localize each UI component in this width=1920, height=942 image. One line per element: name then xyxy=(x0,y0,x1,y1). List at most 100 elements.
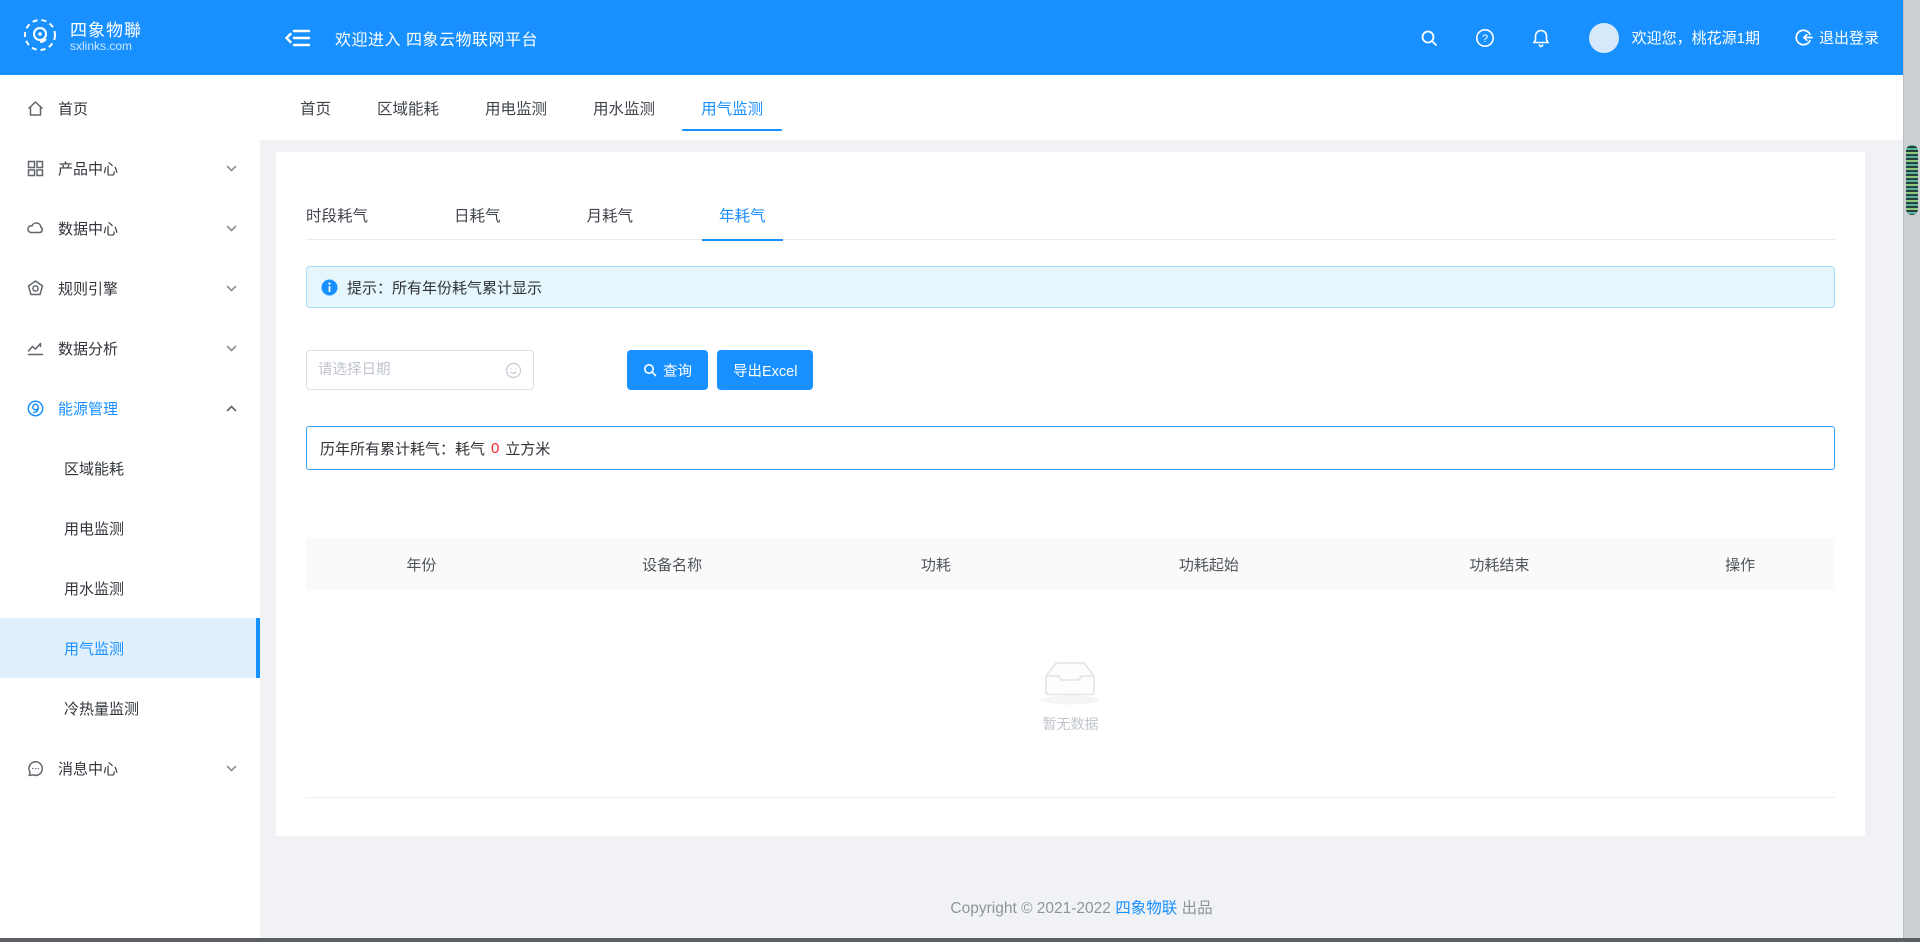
col-actions: 操作 xyxy=(1645,554,1835,575)
footer: Copyright © 2021-2022 四象物联 出品 xyxy=(260,896,1903,918)
footer-suffix: 出品 xyxy=(1182,900,1213,917)
welcome-text: 欢迎进入 四象云物联网平台 xyxy=(335,26,538,50)
col-consumption-start: 功耗起始 xyxy=(1064,554,1353,575)
col-device-name: 设备名称 xyxy=(537,554,808,575)
chevron-up-icon xyxy=(225,402,238,415)
sidebar-item-products[interactable]: 产品中心 xyxy=(0,138,260,198)
chevron-down-icon xyxy=(225,762,238,775)
col-consumption: 功耗 xyxy=(808,554,1065,575)
bell-icon[interactable] xyxy=(1531,28,1551,48)
table-empty-state: 暂无数据 xyxy=(306,590,1835,798)
sidebar-subitem-label: 区域能耗 xyxy=(64,458,124,479)
footer-copyright: Copyright © 2021-2022 xyxy=(950,900,1111,917)
user-avatar[interactable] xyxy=(1589,23,1619,53)
date-picker-icon[interactable] xyxy=(505,362,522,379)
yearly-gas-table: 年份 设备名称 功耗 功耗起始 功耗结束 操作 暂无数据 xyxy=(306,538,1835,798)
sidebar-item-label: 规则引擎 xyxy=(58,278,225,299)
sidebar-item-label: 消息中心 xyxy=(58,758,225,779)
summary-unit: 立方米 xyxy=(505,438,550,459)
sidebar-subitem-region-energy[interactable]: 区域能耗 xyxy=(0,438,260,498)
col-consumption-end: 功耗结束 xyxy=(1353,554,1645,575)
sidebar-subitem-water[interactable]: 用水监测 xyxy=(0,558,260,618)
sidebar-item-rule-engine[interactable]: 规则引擎 xyxy=(0,258,260,318)
sidebar-subitem-heating-cooling[interactable]: 冷热量监测 xyxy=(0,678,260,738)
tab-yearly-gas[interactable]: 年耗气 xyxy=(719,190,766,240)
sidebar-item-data-analysis[interactable]: 数据分析 xyxy=(0,318,260,378)
summary-prefix: 历年所有累计耗气：耗气 xyxy=(320,438,485,459)
topnav-tab-gas[interactable]: 用气监测 xyxy=(701,75,763,140)
info-alert: 提示：所有年份耗气累计显示 xyxy=(306,266,1835,308)
sidebar-item-label: 数据中心 xyxy=(58,218,225,239)
sidebar-subitem-gas[interactable]: 用气监测 xyxy=(0,618,260,678)
sidebar-subitem-label: 用电监测 xyxy=(64,518,124,539)
sidebar-subitem-label: 冷热量监测 xyxy=(64,698,139,719)
sidebar: 首页 产品中心 数据中心 xyxy=(0,75,260,942)
sidebar-subitem-electricity[interactable]: 用电监测 xyxy=(0,498,260,558)
brand[interactable]: 四象物聯 sxlinks.com xyxy=(0,15,260,60)
topnav-tab-home[interactable]: 首页 xyxy=(300,75,331,140)
energy-icon xyxy=(26,399,45,418)
query-button[interactable]: 查询 xyxy=(627,350,708,390)
gas-period-tabs: 时段耗气 日耗气 月耗气 年耗气 xyxy=(306,152,1835,240)
sidebar-item-message-center[interactable]: 消息中心 xyxy=(0,738,260,798)
page-scrollbar-track[interactable] xyxy=(1903,0,1920,942)
header-actions: ? 欢迎您，桃花源1期 退出登录 xyxy=(1383,23,1903,53)
svg-text:?: ? xyxy=(1482,33,1488,45)
topnav-tab-region-energy[interactable]: 区域能耗 xyxy=(377,75,439,140)
analysis-chart-icon xyxy=(26,339,45,358)
logout-button[interactable]: 退出登录 xyxy=(1794,27,1879,48)
brand-name: 四象物聯 xyxy=(70,21,142,41)
sidebar-subitem-label: 用气监测 xyxy=(64,638,124,659)
search-icon[interactable] xyxy=(1419,28,1439,48)
topnav-tab-water[interactable]: 用水监测 xyxy=(593,75,655,140)
query-controls: 查询 导出Excel xyxy=(306,350,1835,390)
alert-text: 提示：所有年份耗气累计显示 xyxy=(347,277,542,298)
date-input[interactable] xyxy=(318,362,505,378)
col-year: 年份 xyxy=(306,554,537,575)
chevron-down-icon xyxy=(225,342,238,355)
total-consumption-summary: 历年所有累计耗气：耗气 0 立方米 xyxy=(306,426,1835,470)
user-greeting: 欢迎您，桃花源1期 xyxy=(1632,27,1760,48)
sidebar-item-energy[interactable]: 能源管理 xyxy=(0,378,260,438)
chevron-down-icon xyxy=(225,162,238,175)
footer-brand-link[interactable]: 四象物联 xyxy=(1115,900,1177,917)
info-icon xyxy=(321,279,338,296)
sidebar-subitem-label: 用水监测 xyxy=(64,578,124,599)
date-picker[interactable] xyxy=(306,350,534,390)
sidebar-item-label: 首页 xyxy=(58,98,238,119)
export-button-label: 导出Excel xyxy=(733,360,797,381)
sidebar-item-home[interactable]: 首页 xyxy=(0,78,260,138)
message-icon xyxy=(26,759,45,778)
logout-label: 退出登录 xyxy=(1819,27,1879,48)
logout-icon xyxy=(1794,28,1813,47)
content-card: 时段耗气 日耗气 月耗气 年耗气 提示：所有年份耗气累计显示 xyxy=(276,152,1865,836)
app-header: 四象物聯 sxlinks.com 欢迎进入 四象云物联网平台 ? xyxy=(0,0,1903,75)
page-scrollbar-thumb[interactable] xyxy=(1906,145,1918,215)
tab-daily-gas[interactable]: 日耗气 xyxy=(454,190,501,240)
summary-value: 0 xyxy=(491,440,499,457)
empty-text: 暂无数据 xyxy=(1043,714,1099,734)
topnav-tab-electricity[interactable]: 用电监测 xyxy=(485,75,547,140)
brand-logo-icon xyxy=(20,15,60,60)
menu-fold-icon[interactable] xyxy=(285,27,311,49)
window-bottom-edge xyxy=(0,938,1920,942)
sidebar-item-label: 能源管理 xyxy=(58,398,225,419)
help-icon[interactable]: ? xyxy=(1475,28,1495,48)
brand-domain: sxlinks.com xyxy=(70,40,142,54)
table-header-row: 年份 设备名称 功耗 功耗起始 功耗结束 操作 xyxy=(306,538,1835,590)
tab-period-gas[interactable]: 时段耗气 xyxy=(306,190,368,240)
top-nav: 首页 区域能耗 用电监测 用水监测 用气监测 xyxy=(260,75,1903,140)
sidebar-item-label: 数据分析 xyxy=(58,338,225,359)
app-root: 四象物聯 sxlinks.com 欢迎进入 四象云物联网平台 ? xyxy=(0,0,1920,942)
export-excel-button[interactable]: 导出Excel xyxy=(717,350,813,390)
empty-inbox-icon xyxy=(1037,654,1105,706)
chevron-down-icon xyxy=(225,282,238,295)
home-icon xyxy=(26,99,45,118)
chevron-down-icon xyxy=(225,222,238,235)
cloud-icon xyxy=(26,219,45,238)
product-grid-icon xyxy=(26,159,45,178)
query-search-icon xyxy=(643,363,657,377)
rule-engine-icon xyxy=(26,279,45,298)
sidebar-item-data-center[interactable]: 数据中心 xyxy=(0,198,260,258)
tab-monthly-gas[interactable]: 月耗气 xyxy=(587,190,634,240)
